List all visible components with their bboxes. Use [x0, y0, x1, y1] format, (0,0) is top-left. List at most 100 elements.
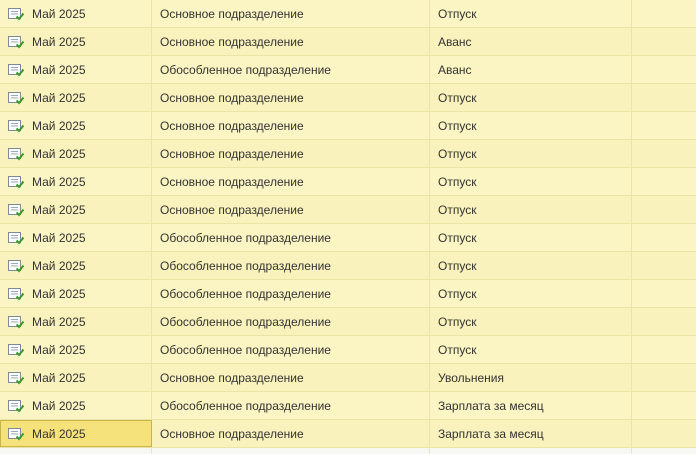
table-row[interactable]: Май 2025 Основное подразделение Зарплата з…	[0, 420, 696, 448]
cell-extra[interactable]	[632, 112, 696, 139]
cell-extra[interactable]	[632, 0, 696, 27]
table-row[interactable]: Май 2025 Основное подразделение Отпуск	[0, 84, 696, 112]
cell-period[interactable]: Май 2025	[0, 84, 152, 111]
cell-department[interactable]: Обособленное подразделение	[152, 280, 430, 307]
cell-period[interactable]: Май 2025	[0, 308, 152, 335]
cell-extra[interactable]	[632, 392, 696, 419]
cell-period[interactable]: Май 2025	[0, 280, 152, 307]
cell-type[interactable]: Отпуск	[430, 0, 632, 27]
cell-department[interactable]: Обособленное подразделение	[152, 252, 430, 279]
cell-extra[interactable]	[632, 84, 696, 111]
table-row[interactable]: Май 2025 Обособленное подразделение Отпуск	[0, 224, 696, 252]
cell-type[interactable]: Отпуск	[430, 168, 632, 195]
document-posted-icon	[8, 175, 25, 189]
cell-period[interactable]: Май 2025	[0, 112, 152, 139]
cell-extra[interactable]	[632, 448, 696, 454]
department-text: Обособленное подразделение	[160, 286, 331, 301]
period-text: Май 2025	[32, 426, 86, 441]
cell-period[interactable]: Май 2025	[0, 0, 152, 27]
cell-extra[interactable]	[632, 280, 696, 307]
cell-extra[interactable]	[632, 168, 696, 195]
period-text: Май 2025	[32, 398, 86, 413]
table-row[interactable]: Май 2025 Обособленное подразделение Отпуск	[0, 252, 696, 280]
table-row[interactable]: Май 2025 Основное подразделение Отпуск	[0, 168, 696, 196]
document-posted-icon	[8, 371, 25, 385]
cell-department[interactable]: Основное подразделение	[152, 112, 430, 139]
cell-extra[interactable]	[632, 224, 696, 251]
cell-department[interactable]: Обособленное подразделение	[152, 56, 430, 83]
cell-type[interactable]: Отпуск	[430, 252, 632, 279]
cell-period[interactable]: Май 2025	[0, 28, 152, 55]
cell-extra[interactable]	[632, 196, 696, 223]
cell-type[interactable]: Отпуск	[430, 280, 632, 307]
cell-extra[interactable]	[632, 364, 696, 391]
cell-department[interactable]	[152, 448, 430, 454]
cell-period[interactable]: Май 2025	[0, 420, 152, 447]
cell-type[interactable]: Аванс	[430, 56, 632, 83]
cell-extra[interactable]	[632, 252, 696, 279]
table-row[interactable]: Май 2025 Основное подразделение Увольнения	[0, 364, 696, 392]
cell-period[interactable]: Май 2025	[0, 224, 152, 251]
table-row[interactable]: Май 2025 Обособленное подразделение Отпуск	[0, 280, 696, 308]
table-row[interactable]: Май 2025 Обособленное подразделение Отпуск	[0, 336, 696, 364]
cell-extra[interactable]	[632, 140, 696, 167]
table-row[interactable]: Май 2025 Обособленное подразделение Отпуск	[0, 308, 696, 336]
cell-department[interactable]: Основное подразделение	[152, 364, 430, 391]
cell-extra[interactable]	[632, 308, 696, 335]
table-row[interactable]: Май 2025 Основное подразделение Отпуск	[0, 112, 696, 140]
cell-type[interactable]: Отпуск	[430, 112, 632, 139]
cell-department[interactable]: Основное подразделение	[152, 28, 430, 55]
cell-type[interactable]: Зарплата за месяц	[430, 420, 632, 447]
table-row[interactable]	[0, 448, 696, 454]
cell-department[interactable]: Основное подразделение	[152, 0, 430, 27]
cell-department[interactable]: Основное подразделение	[152, 168, 430, 195]
cell-extra[interactable]	[632, 56, 696, 83]
cell-period[interactable]: Май 2025	[0, 392, 152, 419]
cell-extra[interactable]	[632, 28, 696, 55]
cell-extra[interactable]	[632, 420, 696, 447]
cell-department[interactable]: Основное подразделение	[152, 196, 430, 223]
type-text: Аванс	[438, 34, 472, 49]
cell-period[interactable]: Май 2025	[0, 140, 152, 167]
cell-type[interactable]: Отпуск	[430, 308, 632, 335]
cell-period[interactable]: Май 2025	[0, 364, 152, 391]
period-text: Май 2025	[32, 286, 86, 301]
cell-type[interactable]: Отпуск	[430, 140, 632, 167]
cell-period[interactable]: Май 2025	[0, 56, 152, 83]
cell-type[interactable]: Отпуск	[430, 336, 632, 363]
table-row[interactable]: Май 2025 Обособленное подразделение Зарпла…	[0, 392, 696, 420]
cell-department[interactable]: Основное подразделение	[152, 140, 430, 167]
department-text: Обособленное подразделение	[160, 258, 331, 273]
table-row[interactable]: Май 2025 Основное подразделение Отпуск	[0, 0, 696, 28]
cell-department[interactable]: Обособленное подразделение	[152, 308, 430, 335]
cell-type[interactable]: Зарплата за месяц	[430, 392, 632, 419]
cell-period[interactable]: Май 2025	[0, 168, 152, 195]
table-row[interactable]: Май 2025 Основное подразделение Аванс	[0, 28, 696, 56]
table-row[interactable]: Май 2025 Основное подразделение Отпуск	[0, 196, 696, 224]
cell-period[interactable]	[0, 448, 152, 454]
cell-period[interactable]: Май 2025	[0, 196, 152, 223]
documents-list[interactable]: Май 2025 Основное подразделение Отпуск Май …	[0, 0, 696, 454]
cell-department[interactable]: Основное подразделение	[152, 420, 430, 447]
cell-department[interactable]: Обособленное подразделение	[152, 392, 430, 419]
cell-department[interactable]: Обособленное подразделение	[152, 224, 430, 251]
cell-department[interactable]: Основное подразделение	[152, 84, 430, 111]
cell-type[interactable]: Отпуск	[430, 196, 632, 223]
cell-type[interactable]	[430, 448, 632, 454]
cell-department[interactable]: Обособленное подразделение	[152, 336, 430, 363]
cell-type[interactable]: Увольнения	[430, 364, 632, 391]
cell-extra[interactable]	[632, 336, 696, 363]
document-posted-icon	[8, 315, 25, 329]
cell-type[interactable]: Отпуск	[430, 84, 632, 111]
cell-period[interactable]: Май 2025	[0, 336, 152, 363]
cell-type[interactable]: Аванс	[430, 28, 632, 55]
table-row[interactable]: Май 2025 Обособленное подразделение Аванс	[0, 56, 696, 84]
cell-period[interactable]: Май 2025	[0, 252, 152, 279]
cell-type[interactable]: Отпуск	[430, 224, 632, 251]
department-text: Основное подразделение	[160, 370, 304, 385]
type-text: Отпуск	[438, 174, 477, 189]
period-text: Май 2025	[32, 174, 86, 189]
table-row[interactable]: Май 2025 Основное подразделение Отпуск	[0, 140, 696, 168]
period-text: Май 2025	[32, 34, 86, 49]
department-text: Основное подразделение	[160, 174, 304, 189]
